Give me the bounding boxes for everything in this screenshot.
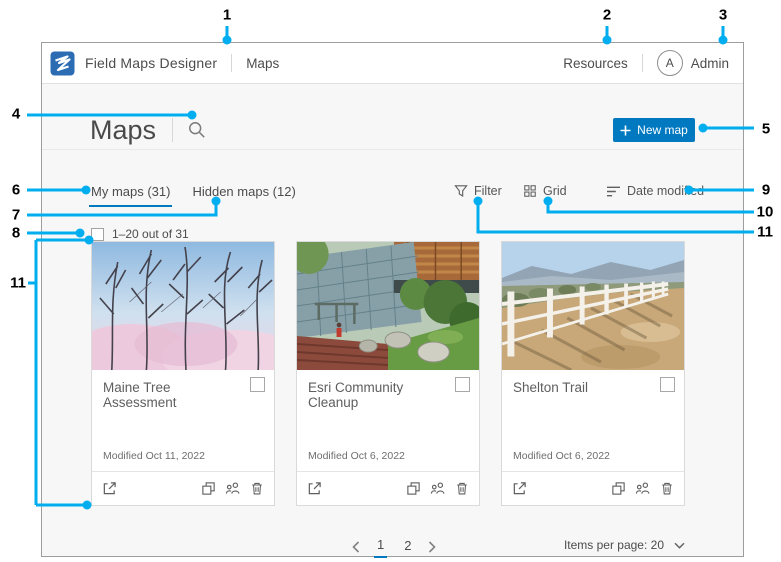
search-icon[interactable] [188, 120, 208, 140]
delete-map-icon[interactable] [660, 481, 674, 496]
duplicate-map-icon[interactable] [611, 481, 626, 496]
header-divider [231, 54, 233, 72]
header-divider-2 [641, 54, 643, 72]
sort-button[interactable]: Date modified [606, 184, 704, 198]
annotated-screenshot: Field Maps Designer Maps Resources A Adm… [0, 0, 781, 562]
callout-label-11-left: 11 [10, 274, 26, 292]
callout-label-9: 9 [761, 181, 771, 199]
nav-maps[interactable]: Maps [246, 56, 279, 71]
open-map-icon[interactable] [512, 481, 527, 496]
filter-label: Filter [474, 184, 502, 198]
sort-descending-icon [607, 186, 620, 196]
map-checkbox[interactable] [250, 377, 265, 392]
map-title: Maine Tree Assessment [103, 380, 177, 410]
grid-view-button[interactable]: Grid [523, 184, 567, 198]
callout-label-1: 1 [222, 6, 232, 24]
open-map-icon[interactable] [307, 481, 322, 496]
grid-icon [524, 185, 536, 197]
card-body: Esri Community Cleanup Modified Oct 6, 2… [297, 370, 479, 471]
map-card: Maine Tree Assessment Modified Oct 11, 2… [91, 241, 275, 506]
map-modified-date: Modified Oct 6, 2022 [513, 450, 610, 462]
title-divider [172, 118, 174, 142]
map-modified-date: Modified Oct 11, 2022 [103, 450, 205, 462]
select-all-checkbox[interactable] [91, 227, 104, 241]
share-map-icon[interactable] [225, 481, 241, 496]
delete-map-icon[interactable] [455, 481, 469, 496]
delete-map-icon[interactable] [250, 481, 264, 496]
tab-my-maps[interactable]: My maps (31) [89, 182, 173, 207]
map-card: Shelton Trail Modified Oct 6, 2022 [501, 241, 685, 506]
card-body: Maine Tree Assessment Modified Oct 11, 2… [92, 370, 274, 471]
callout-label-3: 3 [718, 6, 728, 24]
share-map-icon[interactable] [430, 481, 446, 496]
card-body: Shelton Trail Modified Oct 6, 2022 [502, 370, 684, 471]
map-thumbnail-bare-trees[interactable] [92, 242, 274, 370]
tab-hidden-maps[interactable]: Hidden maps (12) [190, 182, 297, 207]
sort-label: Date modified [627, 184, 705, 198]
user-avatar[interactable]: A [656, 50, 683, 76]
map-card: Esri Community Cleanup Modified Oct 6, 2… [296, 241, 480, 506]
callout-label-4: 4 [11, 105, 21, 123]
duplicate-map-icon[interactable] [201, 481, 216, 496]
page-title-row: Maps [90, 111, 208, 149]
title-underline [42, 149, 743, 150]
select-all-row: 1–20 out of 31 [91, 227, 189, 241]
new-map-button[interactable]: New map [613, 118, 695, 142]
map-title: Esri Community Cleanup [308, 380, 404, 410]
nav-resources[interactable]: Resources [563, 56, 628, 71]
open-map-icon[interactable] [102, 481, 117, 496]
new-map-label: New map [637, 123, 688, 137]
share-map-icon[interactable] [635, 481, 651, 496]
next-page-icon[interactable] [428, 540, 437, 553]
prev-page-icon[interactable] [352, 540, 360, 553]
result-range-label: 1–20 out of 31 [112, 227, 189, 241]
callout-label-2: 2 [602, 6, 612, 24]
filter-button[interactable]: Filter [454, 184, 502, 198]
funnel-icon [454, 185, 468, 197]
tabs-row: My maps (31) Hidden maps (12) [89, 182, 298, 207]
duplicate-map-icon[interactable] [406, 481, 421, 496]
pagination: 1 2 [352, 535, 437, 558]
plus-icon [620, 125, 631, 135]
map-thumbnail-campus[interactable] [297, 242, 479, 370]
chevron-down-icon [674, 542, 685, 549]
user-name[interactable]: Admin [691, 56, 729, 71]
callout-label-6: 6 [11, 181, 21, 199]
page-1-button[interactable]: 1 [374, 535, 388, 558]
callout-label-7: 7 [11, 206, 21, 224]
grid-label: Grid [543, 184, 567, 198]
callout-label-8: 8 [11, 224, 21, 242]
card-footer [502, 471, 684, 505]
map-checkbox[interactable] [660, 377, 675, 392]
page-2-button[interactable]: 2 [401, 536, 414, 557]
map-modified-date: Modified Oct 6, 2022 [308, 450, 405, 462]
page-title: Maps [90, 114, 157, 145]
callout-label-5: 5 [761, 120, 771, 138]
map-thumbnail-trail[interactable] [502, 242, 684, 370]
map-title: Shelton Trail [513, 380, 589, 395]
items-per-page-label: Items per page: 20 [563, 538, 664, 552]
map-card-grid: Maine Tree Assessment Modified Oct 11, 2… [91, 241, 685, 506]
app-window: Field Maps Designer Maps Resources A Adm… [41, 42, 744, 558]
card-footer [92, 471, 274, 505]
callout-label-10: 10 [756, 203, 774, 221]
card-footer [297, 471, 479, 505]
map-checkbox[interactable] [455, 377, 470, 392]
items-per-page-dropdown[interactable]: Items per page: 20 [564, 538, 685, 552]
esri-field-maps-logo-icon [50, 51, 75, 75]
app-title: Field Maps Designer [85, 55, 218, 71]
app-header: Field Maps Designer Maps Resources A Adm… [42, 43, 743, 84]
callout-label-11-right: 11 [757, 223, 773, 241]
